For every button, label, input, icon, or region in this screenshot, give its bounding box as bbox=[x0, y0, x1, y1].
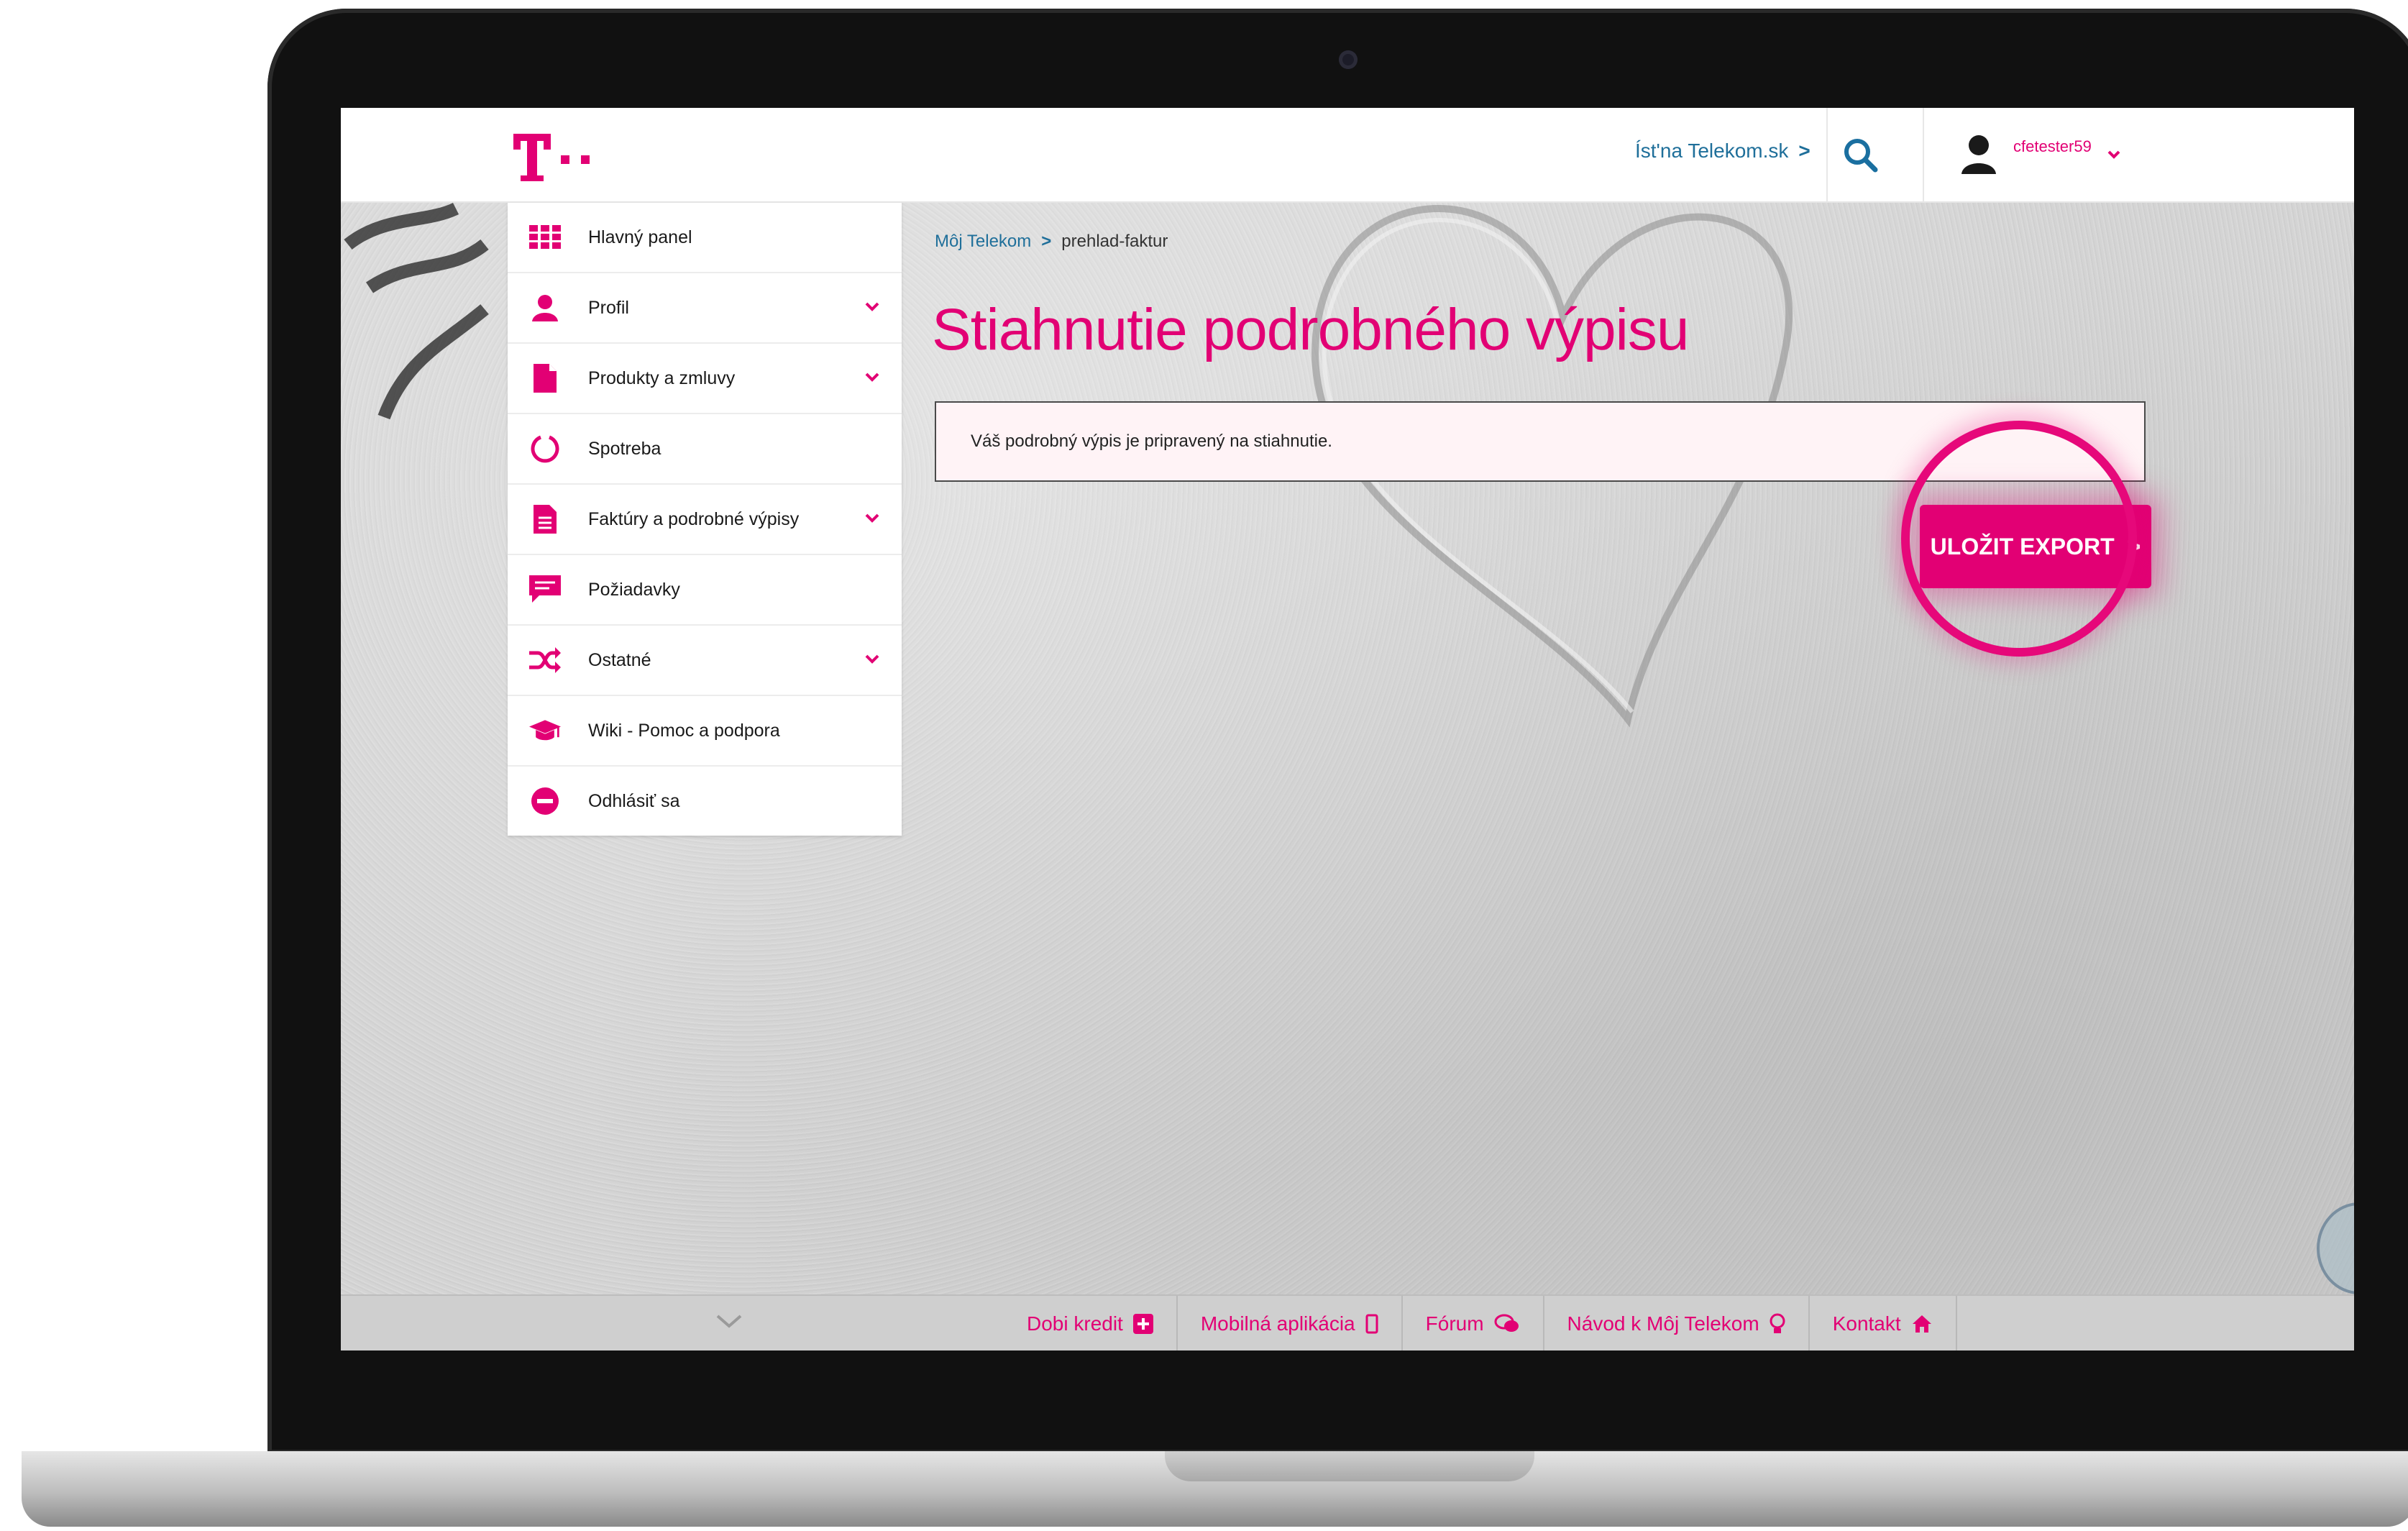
seaweed-decoration bbox=[344, 202, 489, 420]
footer-link-forum[interactable]: Fórum bbox=[1403, 1296, 1544, 1351]
invoice-icon bbox=[529, 505, 561, 534]
minus-circle-icon bbox=[529, 787, 561, 815]
top-header: Íst'na Telekom.sk > cfetester59 bbox=[341, 108, 2354, 203]
footer-link-label: Mobilná aplikácia bbox=[1200, 1312, 1355, 1335]
footer-link-label: Fórum bbox=[1425, 1312, 1484, 1335]
breadcrumb-root-link[interactable]: Môj Telekom bbox=[935, 232, 1031, 252]
sidebar-item-label: Faktúry a podrobné výpisy bbox=[588, 508, 800, 529]
go-to-telekom-link[interactable]: Íst'na Telekom.sk > bbox=[1635, 140, 1810, 163]
highlight-circle bbox=[1901, 421, 2137, 657]
page-title: Stiahnutie podrobného výpisu bbox=[932, 297, 1689, 362]
user-icon bbox=[529, 293, 561, 322]
user-avatar-icon bbox=[1961, 135, 1996, 174]
footer-bar: Dobi kredit Mobilná aplikácia Fórum Návo… bbox=[341, 1294, 2354, 1351]
chat-bubbles-icon bbox=[1494, 1314, 1519, 1332]
screen: Íst'na Telekom.sk > cfetester59 Hlavný p… bbox=[341, 108, 2354, 1351]
breadcrumb: Môj Telekom > prehlad-faktur bbox=[935, 232, 1168, 252]
sidebar-item-label: Ostatné bbox=[588, 649, 651, 670]
sidebar-menu: Hlavný panel Profil Produkty a zmluvy Sp… bbox=[508, 203, 902, 836]
sidebar-item-logout[interactable]: Odhlásiť sa bbox=[508, 767, 902, 836]
sidebar-item-label: Hlavný panel bbox=[588, 227, 692, 247]
chevron-down-icon bbox=[865, 373, 879, 382]
chevron-down-icon bbox=[865, 654, 879, 664]
sidebar-item-label: Požiadavky bbox=[588, 579, 680, 600]
user-menu[interactable]: cfetester59 bbox=[1959, 125, 2122, 183]
chevron-down-icon bbox=[865, 513, 879, 523]
notice-text: Váš podrobný výpis je pripravený na stia… bbox=[971, 431, 1332, 451]
plus-square-icon bbox=[1132, 1314, 1153, 1334]
chevron-down-icon bbox=[865, 302, 879, 311]
header-divider bbox=[1923, 108, 1924, 201]
sidebar-item-label: Spotreba bbox=[588, 438, 661, 459]
header-divider bbox=[1826, 108, 1828, 201]
sidebar-item-invoices[interactable]: Faktúry a podrobné výpisy bbox=[508, 485, 902, 555]
chat-icon bbox=[529, 575, 561, 604]
sidebar-item-label: Wiki - Pomoc a podpora bbox=[588, 720, 780, 741]
footer-link-mobile-app[interactable]: Mobilná aplikácia bbox=[1178, 1296, 1403, 1351]
sidebar-item-wiki[interactable]: Wiki - Pomoc a podpora bbox=[508, 696, 902, 767]
graduation-cap-icon bbox=[529, 716, 561, 745]
sidebar-item-usage[interactable]: Spotreba bbox=[508, 414, 902, 485]
floating-help-button[interactable] bbox=[2317, 1202, 2354, 1294]
webcam bbox=[1339, 50, 1358, 69]
footer-link-label: Dobi kredit bbox=[1027, 1312, 1123, 1335]
chevron-right-icon: > bbox=[1798, 140, 1810, 162]
footer-link-top-up[interactable]: Dobi kredit bbox=[1004, 1296, 1178, 1351]
telekom-logo[interactable] bbox=[511, 128, 626, 186]
username: cfetester59 bbox=[2013, 137, 2092, 155]
footer-link-contact[interactable]: Kontakt bbox=[1810, 1296, 1957, 1351]
sidebar-item-dashboard[interactable]: Hlavný panel bbox=[508, 203, 902, 273]
footer-link-label: Návod k Môj Telekom bbox=[1567, 1312, 1759, 1335]
ring-icon bbox=[529, 434, 561, 463]
phone-icon bbox=[1365, 1314, 1378, 1334]
chevron-right-icon: > bbox=[1041, 232, 1052, 251]
footer-link-guide[interactable]: Návod k Môj Telekom bbox=[1544, 1296, 1810, 1351]
home-icon bbox=[1912, 1315, 1931, 1333]
sidebar-item-label: Odhlásiť sa bbox=[588, 790, 680, 811]
chevron-down-icon bbox=[2107, 150, 2120, 159]
search-icon[interactable] bbox=[1838, 132, 1884, 178]
chevron-down-icon[interactable] bbox=[715, 1312, 743, 1330]
sidebar-item-requests[interactable]: Požiadavky bbox=[508, 555, 902, 626]
sidebar-item-label: Profil bbox=[588, 297, 629, 318]
go-to-telekom-label: Íst'na Telekom.sk bbox=[1635, 140, 1789, 162]
sidebar-item-other[interactable]: Ostatné bbox=[508, 626, 902, 696]
grid-icon bbox=[529, 223, 561, 252]
shuffle-icon bbox=[529, 646, 561, 675]
document-icon bbox=[529, 364, 561, 393]
breadcrumb-current: prehlad-faktur bbox=[1061, 232, 1168, 251]
sidebar-item-products[interactable]: Produkty a zmluvy bbox=[508, 344, 902, 414]
footer-links: Dobi kredit Mobilná aplikácia Fórum Návo… bbox=[1004, 1296, 1957, 1351]
laptop-notch bbox=[1165, 1451, 1534, 1481]
sidebar-item-label: Produkty a zmluvy bbox=[588, 367, 736, 388]
footer-link-label: Kontakt bbox=[1832, 1312, 1901, 1335]
lightbulb-icon bbox=[1770, 1313, 1785, 1333]
sidebar-item-profile[interactable]: Profil bbox=[508, 273, 902, 344]
